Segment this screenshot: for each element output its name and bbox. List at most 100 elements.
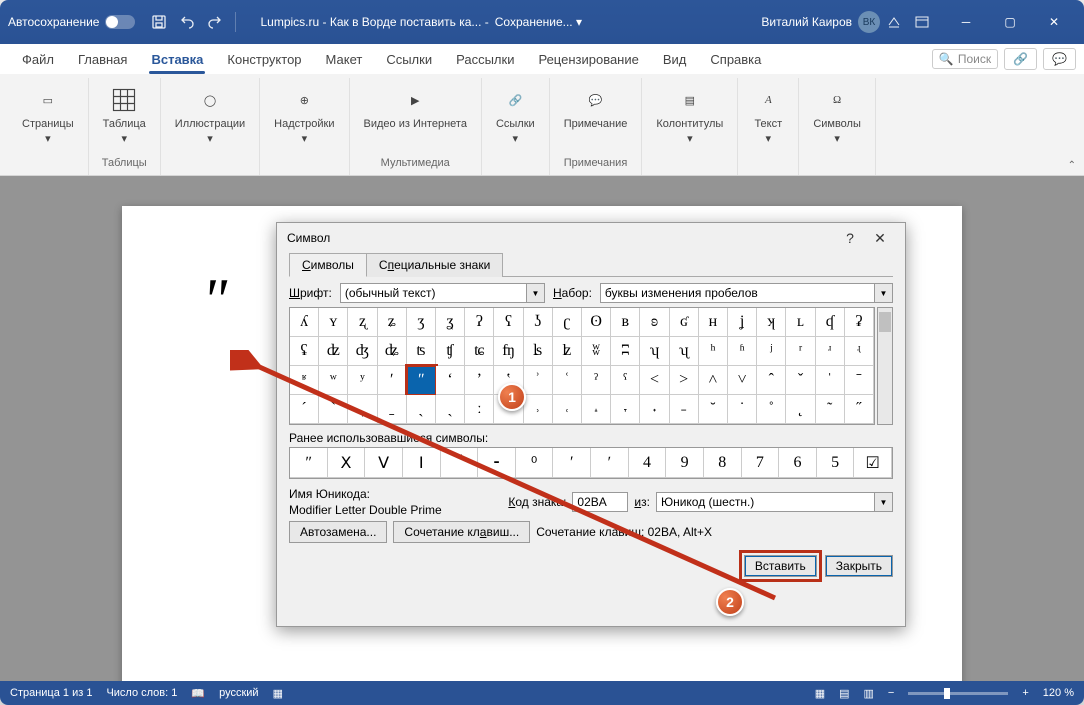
tab-design[interactable]: Конструктор xyxy=(215,46,313,73)
recent-char-cell[interactable]: 7 xyxy=(742,448,780,478)
char-cell[interactable]: ʧ xyxy=(436,337,465,366)
char-cell[interactable]: ʿ xyxy=(553,366,582,395)
save-status[interactable]: Сохранение... ▾ xyxy=(495,15,582,29)
char-cell[interactable]: ː xyxy=(465,395,494,424)
char-cell[interactable]: ʶ xyxy=(290,366,319,395)
from-combo[interactable]: ▼ xyxy=(656,492,893,512)
tab-mailings[interactable]: Рассылки xyxy=(444,46,526,73)
char-cell[interactable]: ˈ xyxy=(816,366,845,395)
char-cell[interactable]: ˌ xyxy=(348,395,377,424)
recent-char-cell[interactable]: 5 xyxy=(817,448,855,478)
char-cell[interactable]: ʖ xyxy=(524,308,553,337)
char-cell[interactable]: ˇ xyxy=(786,366,815,395)
symbols-button[interactable]: ΩСимволы▾ xyxy=(807,80,867,149)
collapse-ribbon-icon[interactable]: ⌃ xyxy=(1068,160,1076,171)
char-cell[interactable]: ˒ xyxy=(524,395,553,424)
word-count[interactable]: Число слов: 1 xyxy=(106,687,177,699)
recent-char-cell[interactable]: ⁰ xyxy=(516,448,554,478)
read-mode-icon[interactable]: ▦ xyxy=(815,687,825,700)
set-combo[interactable]: ▼ xyxy=(600,283,893,303)
recent-char-cell[interactable]: ʹ xyxy=(591,448,629,478)
char-cell[interactable]: ʨ xyxy=(465,337,494,366)
char-cell[interactable]: ʔ xyxy=(465,308,494,337)
char-cell[interactable]: ʯ xyxy=(670,337,699,366)
char-cell[interactable]: ʷ xyxy=(319,366,348,395)
recent-char-cell[interactable]: ☑ xyxy=(854,448,892,478)
char-cell[interactable]: ʴ xyxy=(816,337,845,366)
recent-char-cell[interactable]: ‾ xyxy=(441,448,479,478)
recent-char-cell[interactable]: 9 xyxy=(666,448,704,478)
web-layout-icon[interactable]: ▥ xyxy=(864,687,874,700)
char-cell[interactable]: ˀ xyxy=(582,366,611,395)
char-cell[interactable]: ˁ xyxy=(611,366,640,395)
page-status[interactable]: Страница 1 из 1 xyxy=(10,687,92,699)
pages-button[interactable]: ▭Страницы▾ xyxy=(16,80,80,149)
char-cell[interactable]: ʵ xyxy=(845,337,874,366)
links-button[interactable]: 🔗Ссылки▾ xyxy=(490,80,541,149)
char-cell[interactable]: ˗ xyxy=(670,395,699,424)
ribbon-options-icon[interactable] xyxy=(911,11,933,33)
tab-view[interactable]: Вид xyxy=(651,46,699,73)
recent-char-cell[interactable]: ′ xyxy=(553,448,591,478)
close-button[interactable]: ✕ xyxy=(1032,0,1076,44)
char-cell[interactable]: ˜ xyxy=(816,395,845,424)
header-footer-button[interactable]: ▤Колонтитулы▾ xyxy=(650,80,729,149)
char-cell[interactable]: ʩ xyxy=(494,337,523,366)
char-cell[interactable]: ʥ xyxy=(378,337,407,366)
code-input[interactable] xyxy=(572,492,628,512)
chevron-down-icon[interactable]: ▼ xyxy=(875,283,893,303)
share-button[interactable]: 🔗 xyxy=(1004,48,1037,70)
tab-home[interactable]: Главная xyxy=(66,46,139,73)
char-cell[interactable]: ʢ xyxy=(290,337,319,366)
comments-button[interactable]: 💬 xyxy=(1043,48,1076,70)
tab-special-chars[interactable]: Специальные знаки xyxy=(366,253,503,277)
recent-char-cell[interactable]: Ⅹ xyxy=(328,448,366,478)
minimize-button[interactable]: ─ xyxy=(944,0,988,44)
char-cell[interactable]: ˝ xyxy=(845,395,874,424)
char-cell[interactable]: ˙ xyxy=(728,395,757,424)
char-cell[interactable]: ˎ xyxy=(407,395,436,424)
char-cell[interactable]: ˖ xyxy=(640,395,669,424)
char-cell[interactable]: ˋ xyxy=(319,395,348,424)
close-button-dialog[interactable]: Закрыть xyxy=(825,555,893,577)
tab-help[interactable]: Справка xyxy=(698,46,773,73)
char-cell[interactable]: ʸ xyxy=(348,366,377,395)
dialog-help-button[interactable]: ? xyxy=(835,223,865,253)
comment-button[interactable]: 💬Примечание xyxy=(558,80,634,134)
recent-char-cell[interactable]: Ⅴ xyxy=(365,448,403,478)
zoom-level[interactable]: 120 % xyxy=(1043,687,1074,699)
coming-soon-icon[interactable] xyxy=(883,11,905,33)
char-cell[interactable]: ʒ xyxy=(407,308,436,337)
char-cell[interactable]: ˊ xyxy=(290,395,319,424)
text-button[interactable]: AТекст▾ xyxy=(746,80,790,149)
tab-insert[interactable]: Вставка xyxy=(139,46,215,73)
char-cell[interactable]: ʻ xyxy=(436,366,465,395)
char-cell[interactable]: ʫ xyxy=(553,337,582,366)
char-cell[interactable]: ˚ xyxy=(757,395,786,424)
tab-layout[interactable]: Макет xyxy=(314,46,375,73)
char-cell[interactable]: ʠ xyxy=(816,308,845,337)
char-cell[interactable]: ʝ xyxy=(728,308,757,337)
shortcut-button[interactable]: Сочетание клавиш... xyxy=(393,521,530,543)
recent-symbols-grid[interactable]: ʺⅩⅤⅠ‾⁃⁰′ʹ498765☑ xyxy=(289,447,893,479)
undo-icon[interactable] xyxy=(176,11,198,33)
user-account[interactable]: Виталий Каиров ВК xyxy=(761,11,880,33)
tab-symbols[interactable]: Символы xyxy=(289,253,367,277)
zoom-slider[interactable] xyxy=(908,692,1008,695)
char-cell[interactable]: ʪ xyxy=(524,337,553,366)
char-cell[interactable]: ˃ xyxy=(670,366,699,395)
illustrations-button[interactable]: ◯Иллюстрации▾ xyxy=(169,80,251,149)
spellcheck-icon[interactable]: 📖 xyxy=(191,687,205,700)
char-cell[interactable]: ʜ xyxy=(699,308,728,337)
char-cell[interactable]: ʱ xyxy=(728,337,757,366)
recent-char-cell[interactable]: 8 xyxy=(704,448,742,478)
autosave-toggle[interactable]: Автосохранение xyxy=(8,15,135,29)
char-cell[interactable]: ʬ xyxy=(582,337,611,366)
search-input[interactable]: 🔍 Поиск xyxy=(932,49,998,69)
recent-char-cell[interactable]: 6 xyxy=(779,448,817,478)
char-cell[interactable]: ʑ xyxy=(378,308,407,337)
char-cell[interactable]: ʗ xyxy=(553,308,582,337)
online-video-button[interactable]: ▶Видео из Интернета xyxy=(358,80,473,134)
save-icon[interactable] xyxy=(148,11,170,33)
char-cell[interactable]: ʰ xyxy=(699,337,728,366)
